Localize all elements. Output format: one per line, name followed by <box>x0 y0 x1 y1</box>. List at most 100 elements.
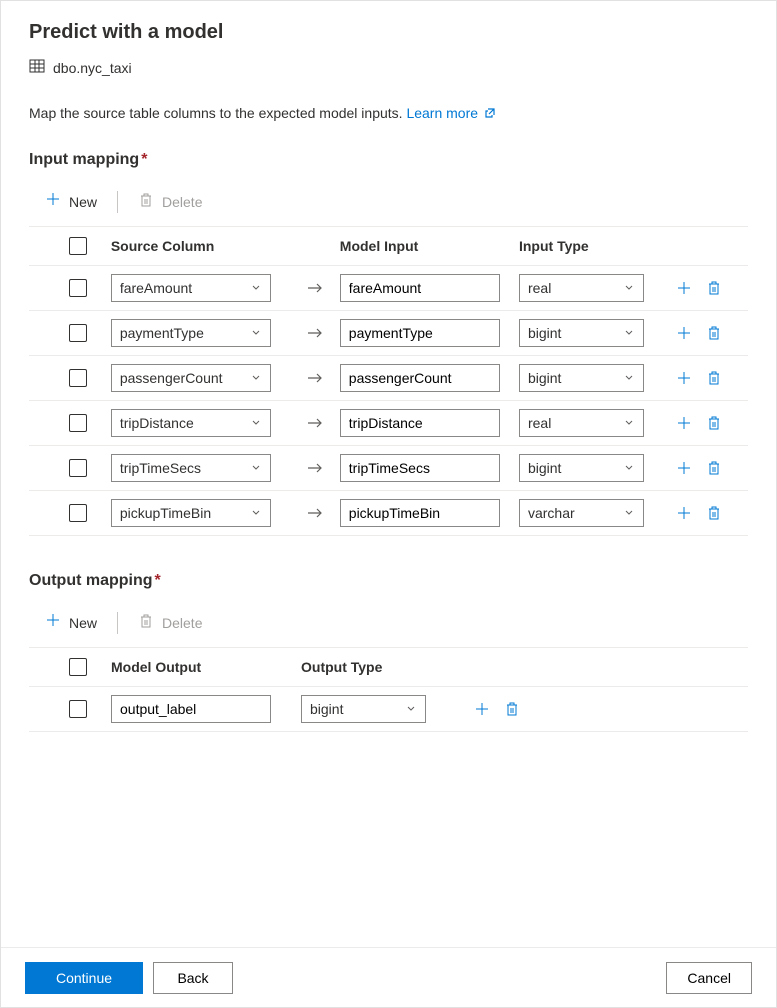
source-column-select[interactable]: tripDistance <box>111 409 271 437</box>
select-all-checkbox[interactable] <box>69 237 87 255</box>
add-row-button[interactable] <box>474 701 490 717</box>
delete-row-button[interactable] <box>504 701 520 717</box>
chevron-down-icon <box>623 505 635 521</box>
back-button[interactable]: Back <box>153 962 233 994</box>
arrow-icon <box>290 371 340 385</box>
chevron-down-icon <box>250 325 262 341</box>
source-column-select[interactable]: paymentType <box>111 319 271 347</box>
delete-row-button[interactable] <box>706 370 722 386</box>
row-checkbox[interactable] <box>69 369 87 387</box>
add-row-button[interactable] <box>676 505 692 521</box>
new-button[interactable]: New <box>37 187 105 216</box>
toolbar-divider <box>117 612 118 634</box>
output-type-select[interactable]: bigint <box>301 695 426 723</box>
chevron-down-icon <box>623 460 635 476</box>
input-table-header: Source Column Model Input Input Type <box>29 226 748 266</box>
delete-row-button[interactable] <box>706 505 722 521</box>
add-row-button[interactable] <box>676 280 692 296</box>
add-row-button[interactable] <box>676 325 692 341</box>
input-type-select[interactable]: bigint <box>519 319 644 347</box>
continue-button[interactable]: Continue <box>25 962 143 994</box>
chevron-down-icon <box>623 325 635 341</box>
add-row-button[interactable] <box>676 370 692 386</box>
source-column-select[interactable]: pickupTimeBin <box>111 499 271 527</box>
input-type-select[interactable]: real <box>519 274 644 302</box>
source-column-value: passengerCount <box>120 370 223 386</box>
source-column-select[interactable]: tripTimeSecs <box>111 454 271 482</box>
arrow-icon <box>290 461 340 475</box>
select-all-checkbox[interactable] <box>69 658 87 676</box>
model-input-field[interactable] <box>340 274 500 302</box>
source-column-select[interactable]: passengerCount <box>111 364 271 392</box>
description-text: Map the source table columns to the expe… <box>29 105 403 121</box>
input-toolbar: New Delete <box>29 181 748 226</box>
table-icon <box>29 58 45 77</box>
required-indicator: * <box>155 572 161 589</box>
source-table-name: dbo.nyc_taxi <box>53 60 132 76</box>
header-source-column: Source Column <box>111 238 290 254</box>
model-input-field[interactable] <box>340 454 500 482</box>
delete-button: Delete <box>130 609 210 636</box>
header-model-input: Model Input <box>340 238 519 254</box>
model-input-field[interactable] <box>340 319 500 347</box>
page-title: Predict with a model <box>29 21 748 44</box>
model-output-field[interactable] <box>111 695 271 723</box>
input-type-value: real <box>528 415 551 431</box>
external-link-icon <box>482 105 496 121</box>
learn-more-link[interactable]: Learn more <box>406 105 495 121</box>
input-type-select[interactable]: bigint <box>519 454 644 482</box>
input-mapping-heading: Input mapping* <box>29 151 748 169</box>
plus-icon <box>45 191 61 212</box>
row-checkbox[interactable] <box>69 504 87 522</box>
table-row: fareAmount real <box>29 266 748 311</box>
source-column-value: fareAmount <box>120 280 192 296</box>
table-row: pickupTimeBin varchar <box>29 491 748 536</box>
input-type-value: bigint <box>528 460 561 476</box>
row-checkbox[interactable] <box>69 700 87 718</box>
table-row: tripTimeSecs bigint <box>29 446 748 491</box>
trash-icon <box>138 192 154 211</box>
row-checkbox[interactable] <box>69 324 87 342</box>
input-type-select[interactable]: varchar <box>519 499 644 527</box>
footer: Continue Back Cancel <box>1 947 776 1007</box>
delete-row-button[interactable] <box>706 415 722 431</box>
delete-row-button[interactable] <box>706 460 722 476</box>
input-mapping-table: Source Column Model Input Input Type far… <box>29 226 748 536</box>
arrow-icon <box>290 416 340 430</box>
new-button[interactable]: New <box>37 608 105 637</box>
add-row-button[interactable] <box>676 460 692 476</box>
toolbar-divider <box>117 191 118 213</box>
output-table-header: Model Output Output Type <box>29 647 748 687</box>
input-type-value: real <box>528 280 551 296</box>
input-type-select[interactable]: real <box>519 409 644 437</box>
output-mapping-table: Model Output Output Type bigint <box>29 647 748 732</box>
input-type-value: bigint <box>528 370 561 386</box>
trash-icon <box>138 613 154 632</box>
delete-row-button[interactable] <box>706 280 722 296</box>
source-column-value: tripTimeSecs <box>120 460 201 476</box>
table-row: paymentType bigint <box>29 311 748 356</box>
input-type-select[interactable]: bigint <box>519 364 644 392</box>
source-column-value: tripDistance <box>120 415 194 431</box>
source-table-row: dbo.nyc_taxi <box>29 58 748 77</box>
header-output-type: Output Type <box>301 659 456 675</box>
model-input-field[interactable] <box>340 409 500 437</box>
row-checkbox[interactable] <box>69 279 87 297</box>
table-row: passengerCount bigint <box>29 356 748 401</box>
delete-button-label: Delete <box>162 615 202 631</box>
new-button-label: New <box>69 615 97 631</box>
row-checkbox[interactable] <box>69 414 87 432</box>
output-toolbar: New Delete <box>29 602 748 647</box>
learn-more-label: Learn more <box>406 105 478 121</box>
delete-row-button[interactable] <box>706 325 722 341</box>
model-input-field[interactable] <box>340 499 500 527</box>
output-mapping-heading: Output mapping* <box>29 572 748 590</box>
source-column-select[interactable]: fareAmount <box>111 274 271 302</box>
plus-icon <box>45 612 61 633</box>
row-checkbox[interactable] <box>69 459 87 477</box>
cancel-button[interactable]: Cancel <box>666 962 752 994</box>
model-input-field[interactable] <box>340 364 500 392</box>
source-column-value: pickupTimeBin <box>120 505 211 521</box>
chevron-down-icon <box>250 280 262 296</box>
add-row-button[interactable] <box>676 415 692 431</box>
